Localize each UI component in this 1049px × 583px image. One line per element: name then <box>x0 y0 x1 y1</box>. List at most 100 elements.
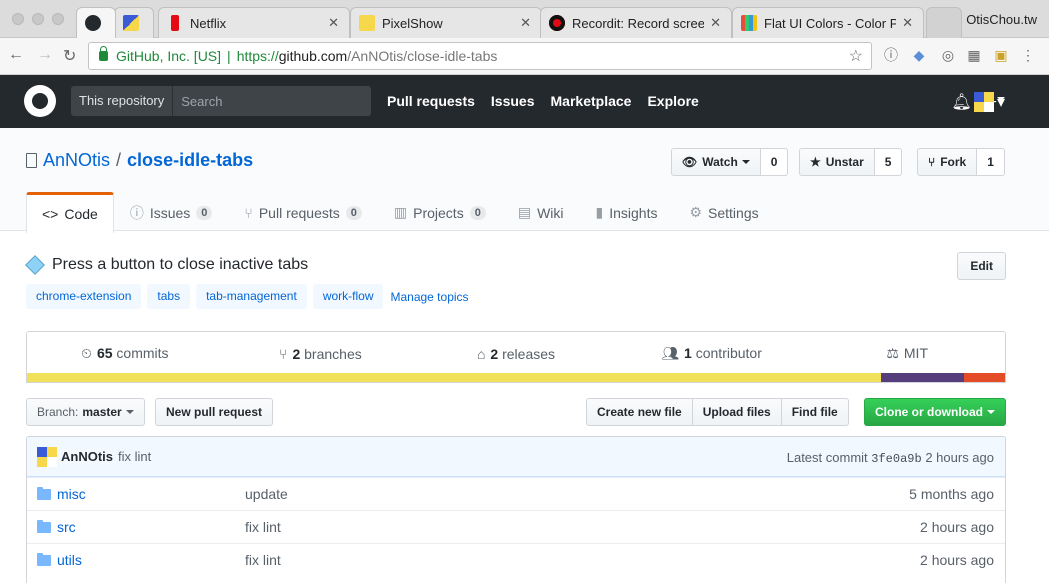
gear-icon: ⚙ <box>689 204 703 220</box>
tab-label: Wiki <box>537 204 564 221</box>
language-segment[interactable] <box>880 373 964 382</box>
commit-author[interactable]: AnNOtis <box>61 449 113 464</box>
create-file-button[interactable]: Create new file <box>586 398 693 426</box>
clone-download-button[interactable]: Clone or download <box>864 398 1006 426</box>
tab-counter: 0 <box>345 205 362 220</box>
topic-tag[interactable]: tabs <box>147 284 191 309</box>
releases-link[interactable]: ⌂ 2 releases <box>418 346 614 362</box>
commit-sha[interactable]: 3fe0a9b <box>871 452 921 466</box>
chevron-down-icon <box>987 410 995 418</box>
chevron-down-icon[interactable] <box>997 97 1005 105</box>
upload-files-button[interactable]: Upload files <box>691 398 782 426</box>
browser-profile-name[interactable]: OtisChou.tw <box>966 12 1037 27</box>
browser-tab-pixel[interactable] <box>114 7 154 38</box>
search-box[interactable]: This repository Search <box>71 86 371 116</box>
fork-button[interactable]: ⑂ Fork <box>917 148 978 176</box>
unstar-button[interactable]: ★ Unstar <box>799 148 875 176</box>
topic-tag[interactable]: chrome-extension <box>26 284 142 309</box>
tab-insights[interactable]: ▮ Insights <box>580 192 674 232</box>
topic-tag[interactable]: tab-management <box>196 284 307 309</box>
new-tab-button[interactable] <box>926 7 962 38</box>
browser-tab-github[interactable] <box>76 7 116 38</box>
commit-message[interactable]: fix lint <box>118 449 151 464</box>
manage-topics-link[interactable]: Manage topics <box>390 290 468 304</box>
browser-tab-recordit[interactable]: Recordit: Record screen ✕ <box>540 7 732 38</box>
nav-pull-requests[interactable]: Pull requests <box>387 93 475 109</box>
info-extension-icon[interactable]: ⓘ <box>883 47 899 63</box>
tab-pull-requests[interactable]: ⑂ Pull requests 0 <box>228 192 377 232</box>
repo-owner-link[interactable]: AnNOtis <box>43 150 110 170</box>
history-icon: ⏲︎ <box>81 345 92 361</box>
contributors-link[interactable]: 👥︎ 1 contributor <box>614 345 810 362</box>
tab-issues[interactable]: ⓘ Issues 0 <box>114 192 229 232</box>
close-tab-icon[interactable]: ✕ <box>328 15 339 31</box>
reload-icon[interactable]: ↻ <box>63 46 76 66</box>
forward-arrow-icon[interactable]: → <box>37 46 53 64</box>
folder-icon <box>37 486 51 500</box>
file-age: 5 months ago <box>909 486 994 502</box>
file-name-link[interactable]: utils <box>57 552 245 568</box>
tab-label: Issues <box>149 204 191 221</box>
close-tab-icon[interactable]: ✕ <box>902 15 913 31</box>
file-actions: Create new file Upload files Find file <box>586 398 849 426</box>
watch-button[interactable]: 👁︎ Watch <box>671 148 761 176</box>
browser-toolbar: ← → ↻ GitHub, Inc. [US] | https://github… <box>0 38 1049 75</box>
avatar[interactable] <box>37 446 57 467</box>
repo-header: AnNOtis / close-idle-tabs 👁︎ Watch 0 ★ Unsta… <box>0 128 1049 233</box>
star-icon: ★ <box>810 155 821 169</box>
close-tab-icon[interactable]: ✕ <box>710 15 721 31</box>
edit-description-button[interactable]: Edit <box>957 252 1006 280</box>
repo-name-link[interactable]: close-idle-tabs <box>127 150 253 170</box>
issue-icon: ⓘ <box>129 204 144 221</box>
close-tab-icon[interactable]: ✕ <box>520 15 531 31</box>
new-pull-request-button[interactable]: New pull request <box>155 398 274 426</box>
file-commit-message[interactable]: fix lint <box>245 519 281 535</box>
browser-tab-flatui[interactable]: Flat UI Colors - Color Pa ✕ <box>732 7 924 38</box>
watch-label: Watch <box>702 155 738 169</box>
zoom-window-button[interactable] <box>52 13 64 25</box>
nav-issues[interactable]: Issues <box>491 93 535 109</box>
nav-explore[interactable]: Explore <box>647 93 698 109</box>
avatar[interactable] <box>974 92 994 112</box>
find-file-button[interactable]: Find file <box>780 398 849 426</box>
bell-icon[interactable]: 🔔︎ <box>951 92 971 112</box>
tab-code[interactable]: <> Code <box>26 192 114 233</box>
topic-tag[interactable]: work-flow <box>312 284 384 309</box>
watch-count[interactable]: 0 <box>760 148 789 176</box>
language-segment[interactable] <box>27 373 881 382</box>
commits-link[interactable]: ⏲︎ 65 commits <box>27 345 223 362</box>
notes-extension-icon[interactable]: ▣ <box>993 47 1009 63</box>
address-bar[interactable]: GitHub, Inc. [US] | https://github.com/A… <box>88 42 872 70</box>
shield-extension-icon[interactable]: ◆ <box>911 47 927 63</box>
file-name-link[interactable]: src <box>57 519 245 535</box>
nav-marketplace[interactable]: Marketplace <box>551 93 632 109</box>
file-commit-message[interactable]: fix lint <box>245 552 281 568</box>
minimize-window-button[interactable] <box>32 13 44 25</box>
github-logo-icon[interactable] <box>24 85 56 117</box>
search-input[interactable]: Search <box>173 94 230 109</box>
github-header: This repository Search Pull requests Iss… <box>0 75 1049 128</box>
netflix-icon <box>171 15 179 31</box>
browser-tab-netflix[interactable]: Netflix ✕ <box>158 7 350 38</box>
tab-settings[interactable]: ⚙ Settings <box>673 192 774 232</box>
file-commit-message[interactable]: update <box>245 486 288 502</box>
close-window-button[interactable] <box>12 13 24 25</box>
fork-count[interactable]: 1 <box>977 148 1005 176</box>
file-name-link[interactable]: misc <box>57 486 245 502</box>
language-bar[interactable] <box>27 373 1005 382</box>
star-count[interactable]: 5 <box>874 148 903 176</box>
tab-wiki[interactable]: ▤ Wiki <box>502 192 580 232</box>
language-segment[interactable] <box>963 373 1005 382</box>
branch-select[interactable]: Branch: master <box>26 398 145 426</box>
license-link[interactable]: ⚖ MIT <box>809 345 1005 362</box>
branches-link[interactable]: ⑂ 2 branches <box>223 346 419 362</box>
screenshot-extension-icon[interactable]: ◎ <box>940 47 956 63</box>
tab-projects[interactable]: ▥ Projects 0 <box>378 192 502 232</box>
browser-menu-icon[interactable]: ⋮ <box>1020 47 1036 63</box>
back-arrow-icon[interactable]: ← <box>8 46 24 64</box>
branches-label: branches <box>304 345 362 362</box>
topic-list: chrome-extension tabs tab-management wor… <box>26 284 469 309</box>
bookmark-star-icon[interactable]: ☆ <box>849 46 863 66</box>
browser-tab-pixelshow[interactable]: PixelShow ✕ <box>350 7 542 38</box>
grid-extension-icon[interactable]: ▦ <box>966 47 982 63</box>
